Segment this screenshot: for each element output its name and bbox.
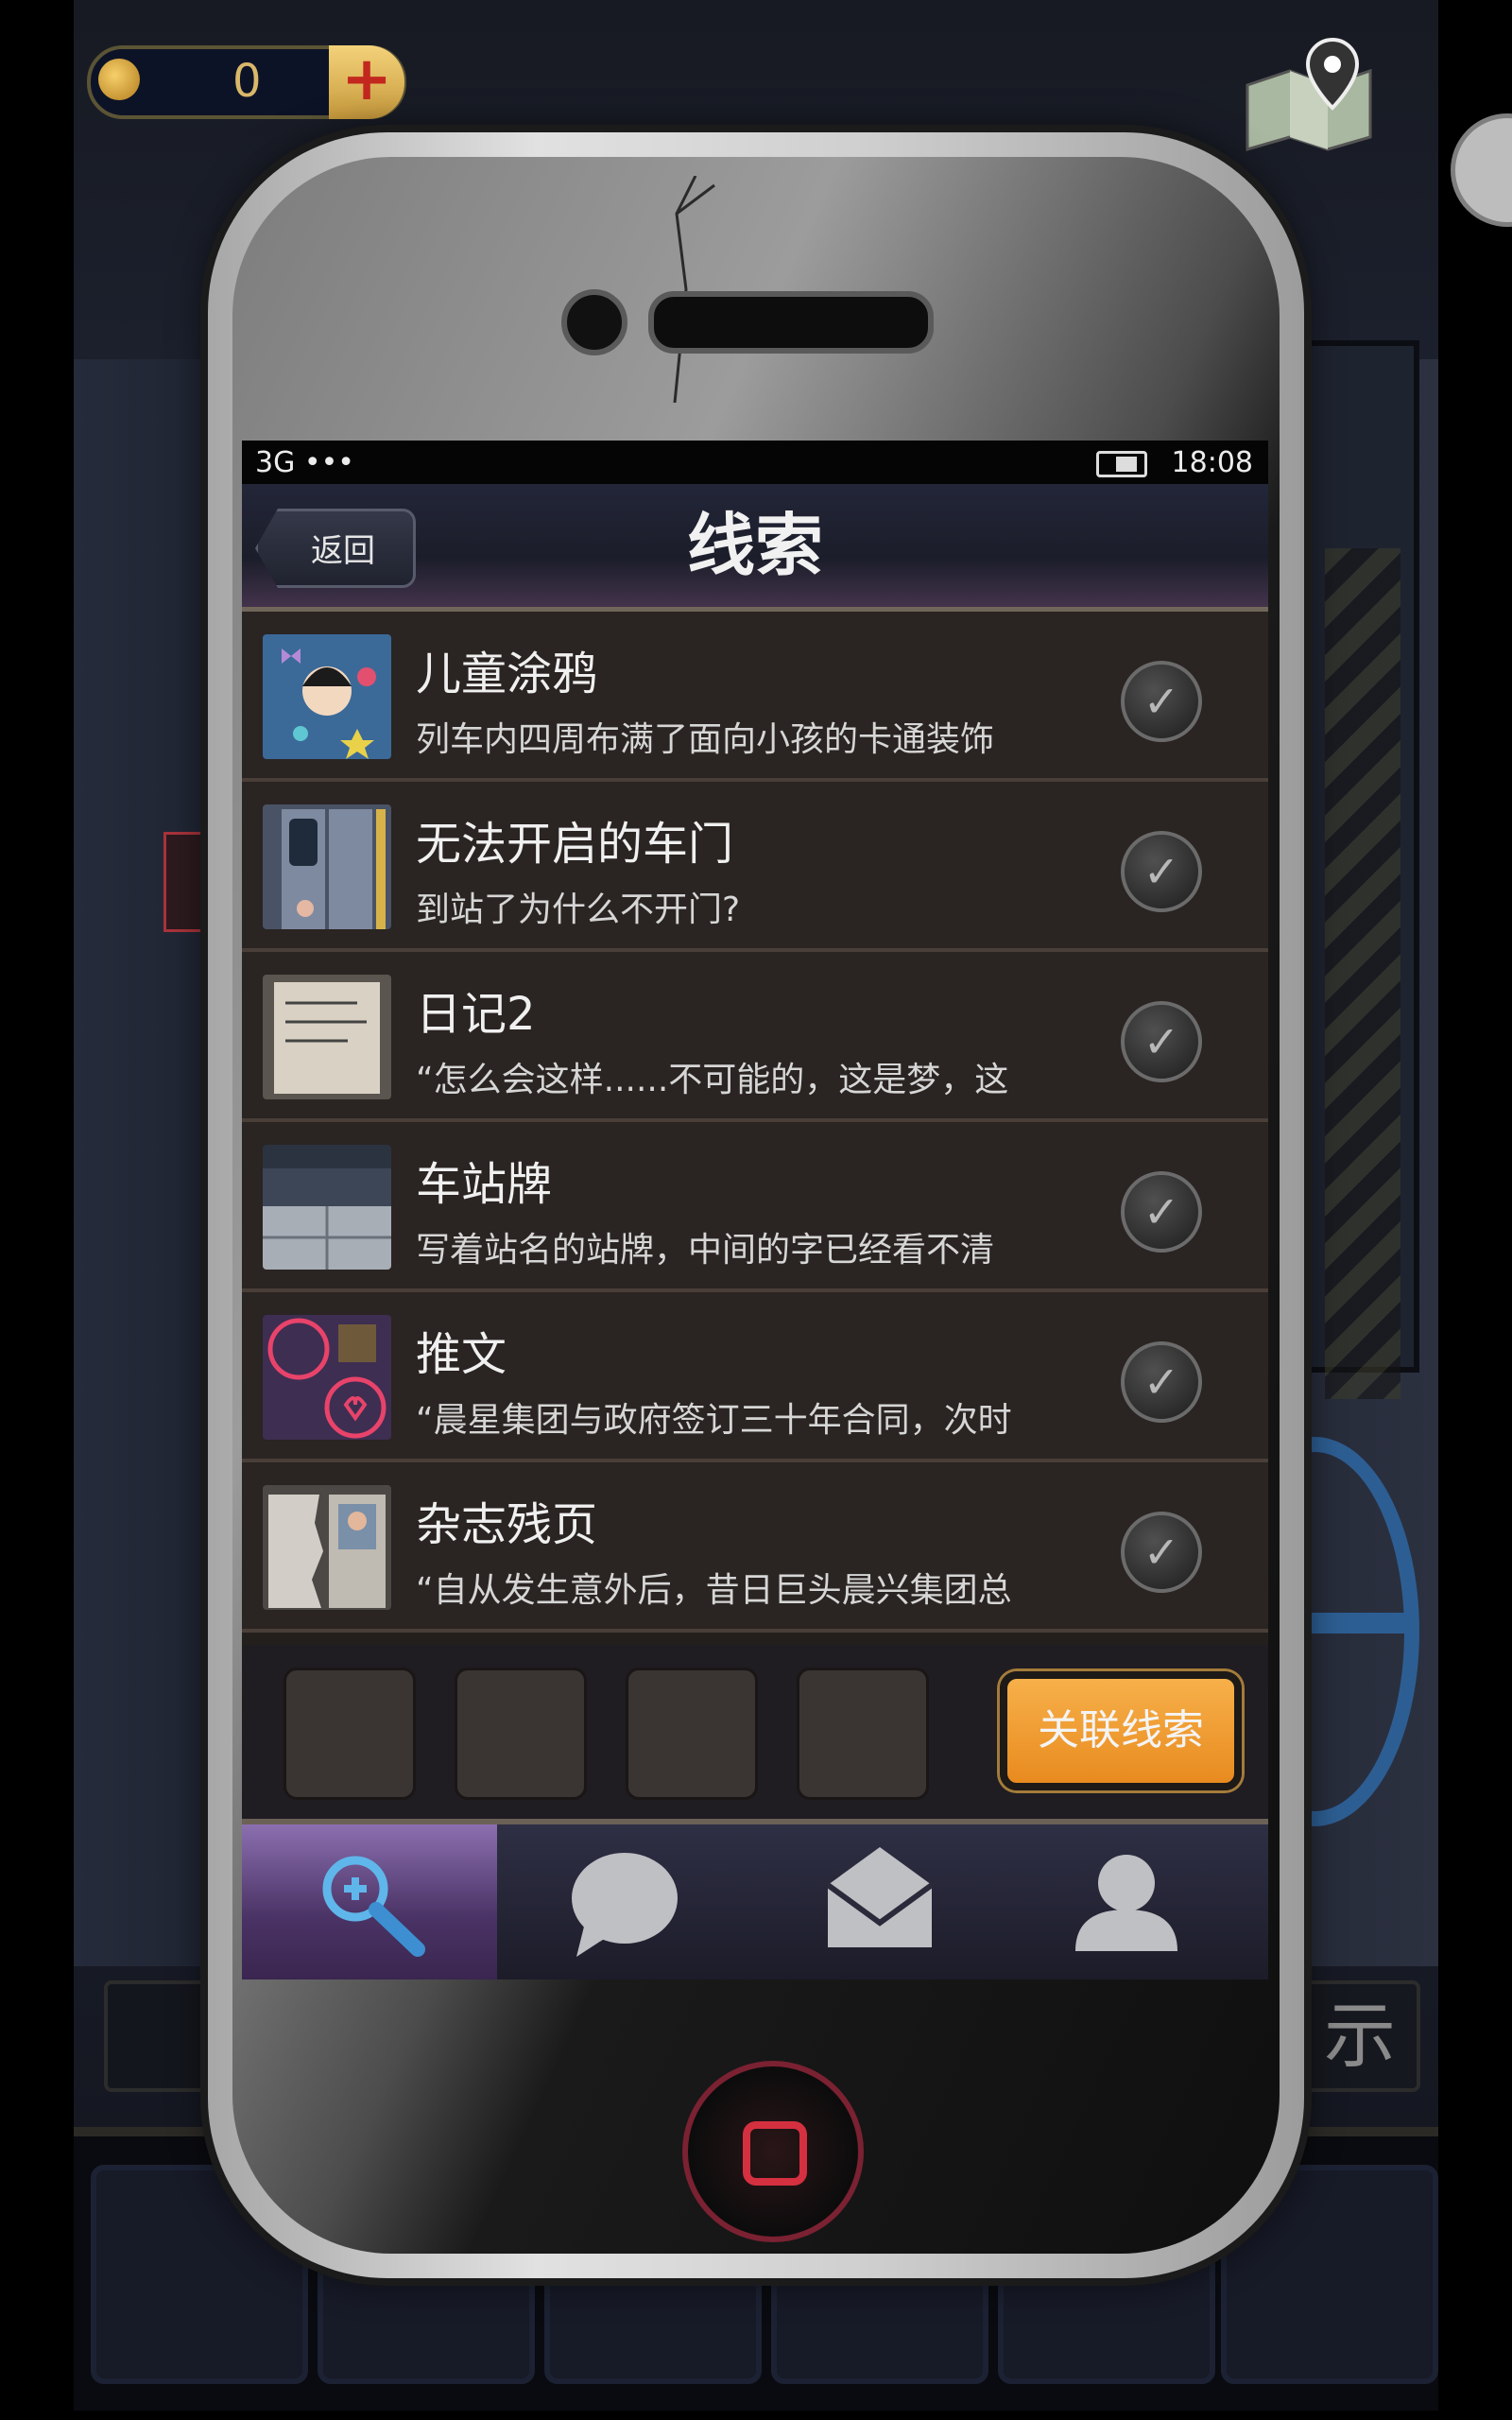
screen-crack (673, 176, 715, 403)
clue-desc: 列车内四周布满了面向小孩的卡通装饰 (416, 720, 995, 759)
clue-item[interactable]: 日记2 “怎么会这样......不可能的，这是梦，这 ✓ (242, 952, 1268, 1122)
emergency-box (163, 832, 207, 932)
home-button[interactable] (682, 2061, 864, 2242)
clue-link-slots: 关联线索 (242, 1645, 1268, 1824)
magazine-page-thumb (263, 1485, 391, 1610)
coin-count: 0 (232, 55, 262, 108)
cartoon-drawing-thumb (263, 634, 391, 759)
check-icon: ✓ (1121, 661, 1202, 742)
tab-profile[interactable] (1007, 1824, 1263, 1979)
hazard-stripe (1325, 548, 1400, 1399)
tab-clues[interactable] (242, 1824, 497, 1979)
side-menu-button[interactable] (1451, 113, 1512, 227)
link-clues-button[interactable]: 关联线索 (1000, 1671, 1242, 1790)
map-pin-icon[interactable] (1238, 38, 1380, 151)
clue-item[interactable]: 儿童涂鸦 列车内四周布满了面向小孩的卡通装饰 ✓ (242, 612, 1268, 782)
clue-desc: 到站了为什么不开门? (416, 890, 741, 929)
clue-slot[interactable] (626, 1668, 758, 1800)
tab-mail[interactable] (752, 1824, 1007, 1979)
add-coins-button[interactable]: + (329, 45, 404, 119)
clue-title: 日记2 (416, 988, 536, 1041)
check-icon: ✓ (1121, 1171, 1202, 1253)
tweet-neon-thumb (263, 1315, 391, 1440)
clue-item[interactable]: 推文 “晨星集团与政府签订三十年合同，次时 ✓ (242, 1292, 1268, 1462)
status-time: 18:08 (1171, 446, 1253, 479)
check-icon: ✓ (1121, 1341, 1202, 1423)
clue-desc: “怎么会这样......不可能的，这是梦，这 (416, 1061, 1009, 1099)
phone-screen: 3G ••• 18:08 线索 返回 儿童涂鸦 列车内四周布满了面向小孩的卡通装… (242, 441, 1268, 1979)
clue-item[interactable]: 车站牌 写着站名的站牌，中间的字已经看不清 ✓ (242, 1122, 1268, 1292)
envelope-icon (826, 1847, 934, 1947)
clue-item[interactable]: 无法开启的车门 到站了为什么不开门? ✓ (242, 782, 1268, 952)
check-icon: ✓ (1121, 1001, 1202, 1082)
battery-icon (1096, 451, 1147, 477)
front-camera (561, 289, 627, 355)
clue-list: 儿童涂鸦 列车内四周布满了面向小孩的卡通装饰 ✓ 无法开启的车门 到站了为什么不… (242, 612, 1268, 1633)
earpiece-speaker (648, 291, 934, 354)
clue-title: 无法开启的车门 (416, 818, 734, 871)
clue-title: 车站牌 (416, 1158, 553, 1211)
tab-chat[interactable] (497, 1824, 752, 1979)
status-bar: 3G ••• 18:08 (242, 441, 1268, 484)
coin-icon (98, 59, 140, 100)
station-sign-thumb (263, 1145, 391, 1270)
title-bar: 线索 返回 (242, 484, 1268, 612)
search-plus-icon (322, 1856, 425, 1957)
user-icon (1075, 1855, 1177, 1951)
check-icon: ✓ (1121, 831, 1202, 912)
clue-desc: “自从发生意外后，昔日巨头晨兴集团总 (416, 1571, 1012, 1610)
clue-slot[interactable] (797, 1668, 929, 1800)
network-indicator: 3G ••• (255, 446, 354, 479)
tab-bar (242, 1824, 1268, 1979)
clue-slot[interactable] (455, 1668, 587, 1800)
hint-phone-tile[interactable] (104, 1980, 214, 2092)
clue-item[interactable]: 杂志残页 “自从发生意外后，昔日巨头晨兴集团总 ✓ (242, 1462, 1268, 1633)
speech-bubble-icon (572, 1853, 678, 1957)
clue-slot[interactable] (284, 1668, 416, 1800)
clue-desc: 写着站名的站牌，中间的字已经看不清 (416, 1231, 995, 1270)
clue-desc: “晨星集团与政府签订三十年合同，次时 (416, 1401, 1012, 1440)
clue-title: 推文 (416, 1328, 507, 1381)
coin-counter: 0 + (87, 45, 406, 119)
clue-title: 杂志残页 (416, 1498, 598, 1551)
hint-tile-right[interactable]: 示 (1299, 1980, 1420, 2092)
check-icon: ✓ (1121, 1512, 1202, 1593)
train-door-thumb (263, 804, 391, 929)
diary-page-thumb (263, 975, 391, 1099)
back-button[interactable]: 返回 (255, 509, 416, 588)
clue-title: 儿童涂鸦 (416, 648, 598, 700)
